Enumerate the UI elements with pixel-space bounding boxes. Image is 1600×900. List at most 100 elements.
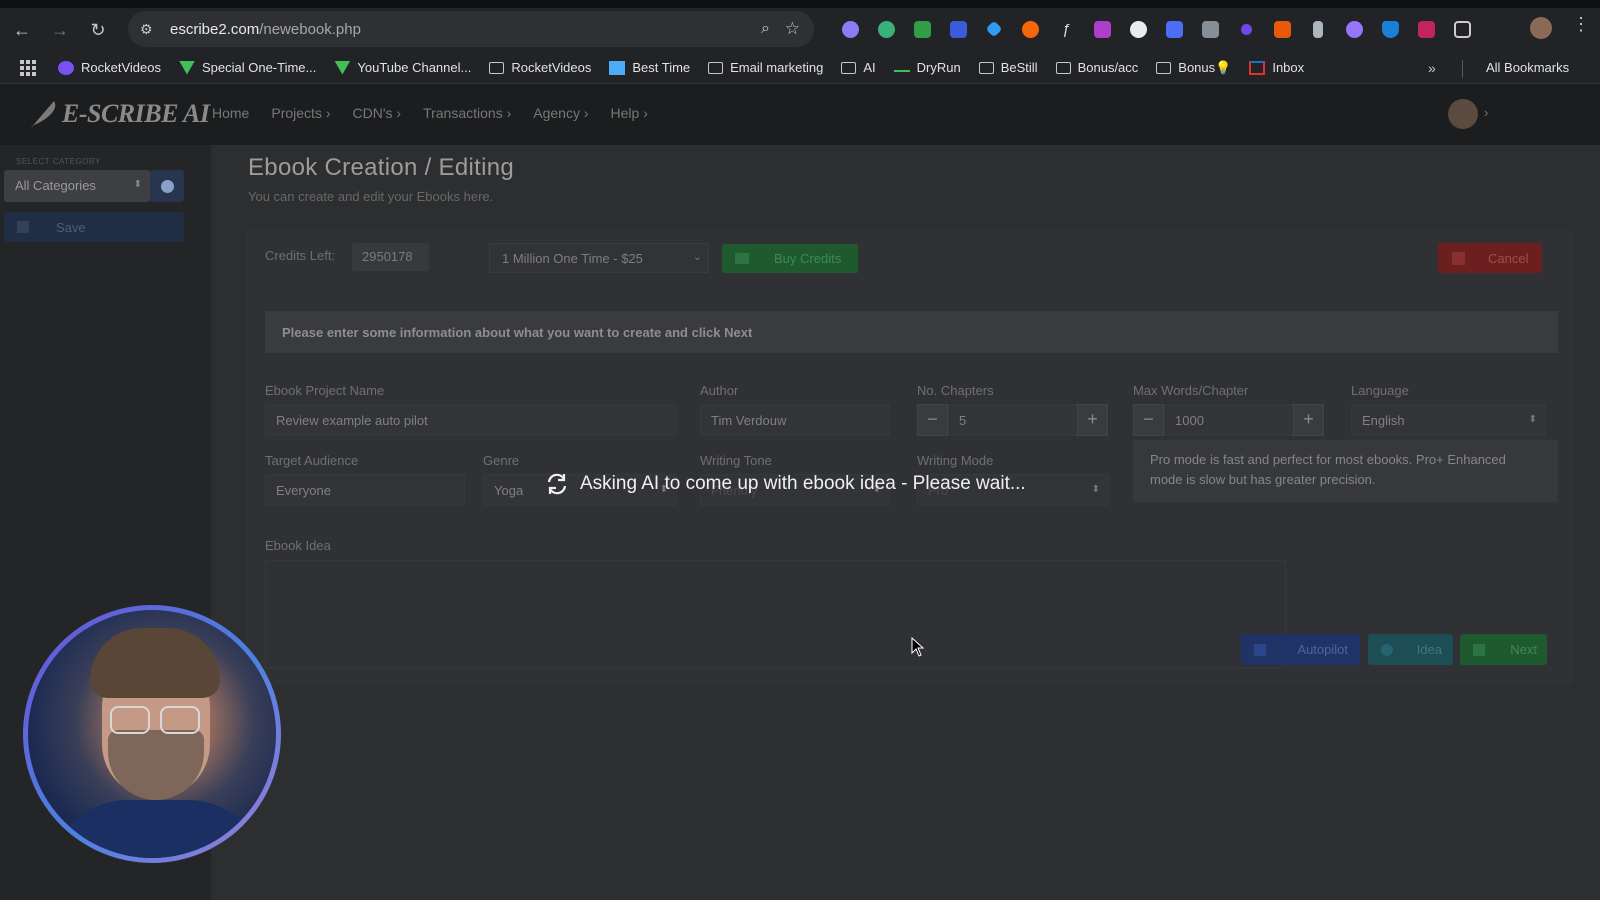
profile-avatar[interactable] (1530, 17, 1552, 39)
folder-icon (978, 61, 994, 74)
shield-icon (334, 60, 351, 75)
credits-label: Credits Left: (265, 248, 336, 263)
loading-message: Asking AI to come up with ebook idea - P… (544, 471, 1026, 497)
category-select[interactable]: All Categories ⬍ (4, 170, 150, 202)
apps-icon[interactable] (20, 59, 36, 76)
bookmark-item[interactable]: Bonus/acc (1055, 60, 1138, 75)
address-bar[interactable]: ⚙ escribe2.com/newebook.php ⌕ ☆ (128, 11, 814, 47)
forward-icon[interactable]: → (44, 14, 76, 46)
idea-button[interactable]: Idea (1368, 634, 1453, 665)
select-arrow-icon: ⬍ (1528, 414, 1537, 425)
more-bookmarks-icon[interactable]: » (1428, 60, 1436, 76)
project-name-input[interactable]: Review example auto pilot (265, 404, 677, 436)
bookmark-item[interactable]: Email marketing (708, 60, 823, 75)
writing-mode-label: Writing Mode (917, 453, 994, 468)
shield-icon (178, 60, 195, 75)
credit-plan-select[interactable]: 1 Million One Time - $25 ⌄ (489, 243, 709, 273)
author-label: Author (700, 383, 739, 398)
extension-icon[interactable] (1012, 13, 1048, 45)
bookmark-item[interactable]: Special One-Time... (178, 60, 316, 75)
extensions-bar: ƒ (832, 13, 1480, 45)
cancel-button[interactable]: Cancel (1438, 243, 1542, 273)
max-words-label: Max Words/Chapter (1133, 383, 1249, 398)
more-icon[interactable]: ⋮ (1572, 14, 1590, 35)
nav-cdns[interactable]: CDN's › (353, 105, 402, 121)
extension-icon[interactable] (1228, 13, 1264, 45)
plus-circle-icon (161, 180, 174, 193)
extension-icon[interactable] (868, 13, 904, 45)
browser-toolbar: ← → ↻ ⚙ escribe2.com/newebook.php ⌕ ☆ ƒ … (0, 8, 1600, 52)
ebook-idea-textarea[interactable] (265, 560, 1286, 668)
site-info-icon[interactable]: ⚙ (140, 21, 160, 38)
buy-credits-button[interactable]: Buy Credits (722, 244, 858, 273)
save-button[interactable]: Save (4, 212, 184, 242)
page-title: Ebook Creation / Editing (248, 154, 515, 181)
chapters-decrement-button[interactable]: − (917, 404, 948, 436)
nav-projects[interactable]: Projects › (271, 105, 330, 121)
audience-label: Target Audience (265, 453, 359, 468)
language-select[interactable]: English ⬍ (1351, 404, 1546, 436)
extension-icon[interactable] (1336, 13, 1372, 45)
extension-icon[interactable] (976, 13, 1012, 45)
mail-icon (609, 60, 626, 75)
next-button[interactable]: Next (1460, 634, 1547, 665)
extension-icon[interactable] (940, 13, 976, 45)
words-increment-button[interactable]: + (1293, 404, 1324, 436)
zoom-icon[interactable]: ⌕ (761, 20, 770, 38)
extension-icon[interactable] (904, 13, 940, 45)
puzzle-icon[interactable] (1444, 13, 1480, 45)
all-bookmarks[interactable]: All Bookmarks (1478, 60, 1569, 75)
nav-agency[interactable]: Agency › (533, 105, 588, 121)
tone-label: Writing Tone (700, 453, 772, 468)
folder-icon (489, 61, 505, 74)
app-logo[interactable]: E-SCRIBE AI (26, 97, 210, 131)
bookmark-item[interactable]: Best Time (609, 60, 690, 75)
extension-icon[interactable] (1156, 13, 1192, 45)
nav-home[interactable]: Home (212, 105, 249, 121)
extension-icon[interactable]: ƒ (1048, 13, 1084, 45)
bookmarks-divider (1462, 60, 1463, 78)
extension-icon[interactable] (1084, 13, 1120, 45)
arrow-right-icon (1473, 644, 1485, 656)
folder-icon (1055, 61, 1071, 74)
cart-icon (735, 253, 749, 264)
bookmark-item[interactable]: DryRun (893, 60, 961, 75)
folder-icon (708, 61, 724, 74)
bookmark-item[interactable]: BeStill (978, 60, 1038, 75)
max-words-input[interactable]: 1000 (1164, 404, 1309, 436)
ebook-idea-label: Ebook Idea (265, 538, 331, 553)
user-avatar[interactable] (1448, 99, 1478, 129)
sync-icon (547, 473, 567, 495)
back-icon[interactable]: ← (6, 14, 38, 46)
bookmark-item[interactable]: RocketVideos (58, 60, 161, 75)
nav-help[interactable]: Help › (611, 105, 648, 121)
extension-icon[interactable] (1372, 13, 1408, 45)
bookmark-item[interactable]: AI (841, 60, 876, 75)
plane-icon (1254, 644, 1266, 656)
chapters-input[interactable]: 5 (948, 404, 1093, 436)
autopilot-button[interactable]: Autopilot (1241, 634, 1360, 665)
extension-icon[interactable] (1300, 13, 1336, 45)
bookmark-star-icon[interactable]: ☆ (785, 19, 800, 39)
nav-transactions[interactable]: Transactions › (423, 105, 511, 121)
chapters-increment-button[interactable]: + (1077, 404, 1108, 436)
extension-icon[interactable] (1408, 13, 1444, 45)
extension-icon[interactable] (832, 13, 868, 45)
lightbulb-icon (1381, 644, 1393, 656)
bookmark-item[interactable]: RocketVideos (489, 60, 591, 75)
author-input[interactable]: Tim Verdouw (700, 404, 890, 436)
bookmark-item[interactable]: YouTube Channel... (334, 60, 471, 75)
bookmark-item[interactable]: Bonus💡 (1156, 60, 1231, 76)
extension-icon[interactable] (1192, 13, 1228, 45)
bookmark-item[interactable]: Inbox (1249, 60, 1304, 75)
chevron-right-icon[interactable]: › (1484, 105, 1488, 120)
project-name-label: Ebook Project Name (265, 383, 385, 398)
extension-icon[interactable] (1264, 13, 1300, 45)
audience-input[interactable]: Everyone (265, 474, 465, 506)
words-decrement-button[interactable]: − (1133, 404, 1164, 436)
extension-icon[interactable] (1120, 13, 1156, 45)
writing-mode-note: Pro mode is fast and perfect for most eb… (1133, 440, 1558, 502)
reload-icon[interactable]: ↻ (82, 14, 114, 46)
mouse-cursor-icon (911, 637, 925, 657)
add-category-button[interactable] (150, 170, 184, 202)
